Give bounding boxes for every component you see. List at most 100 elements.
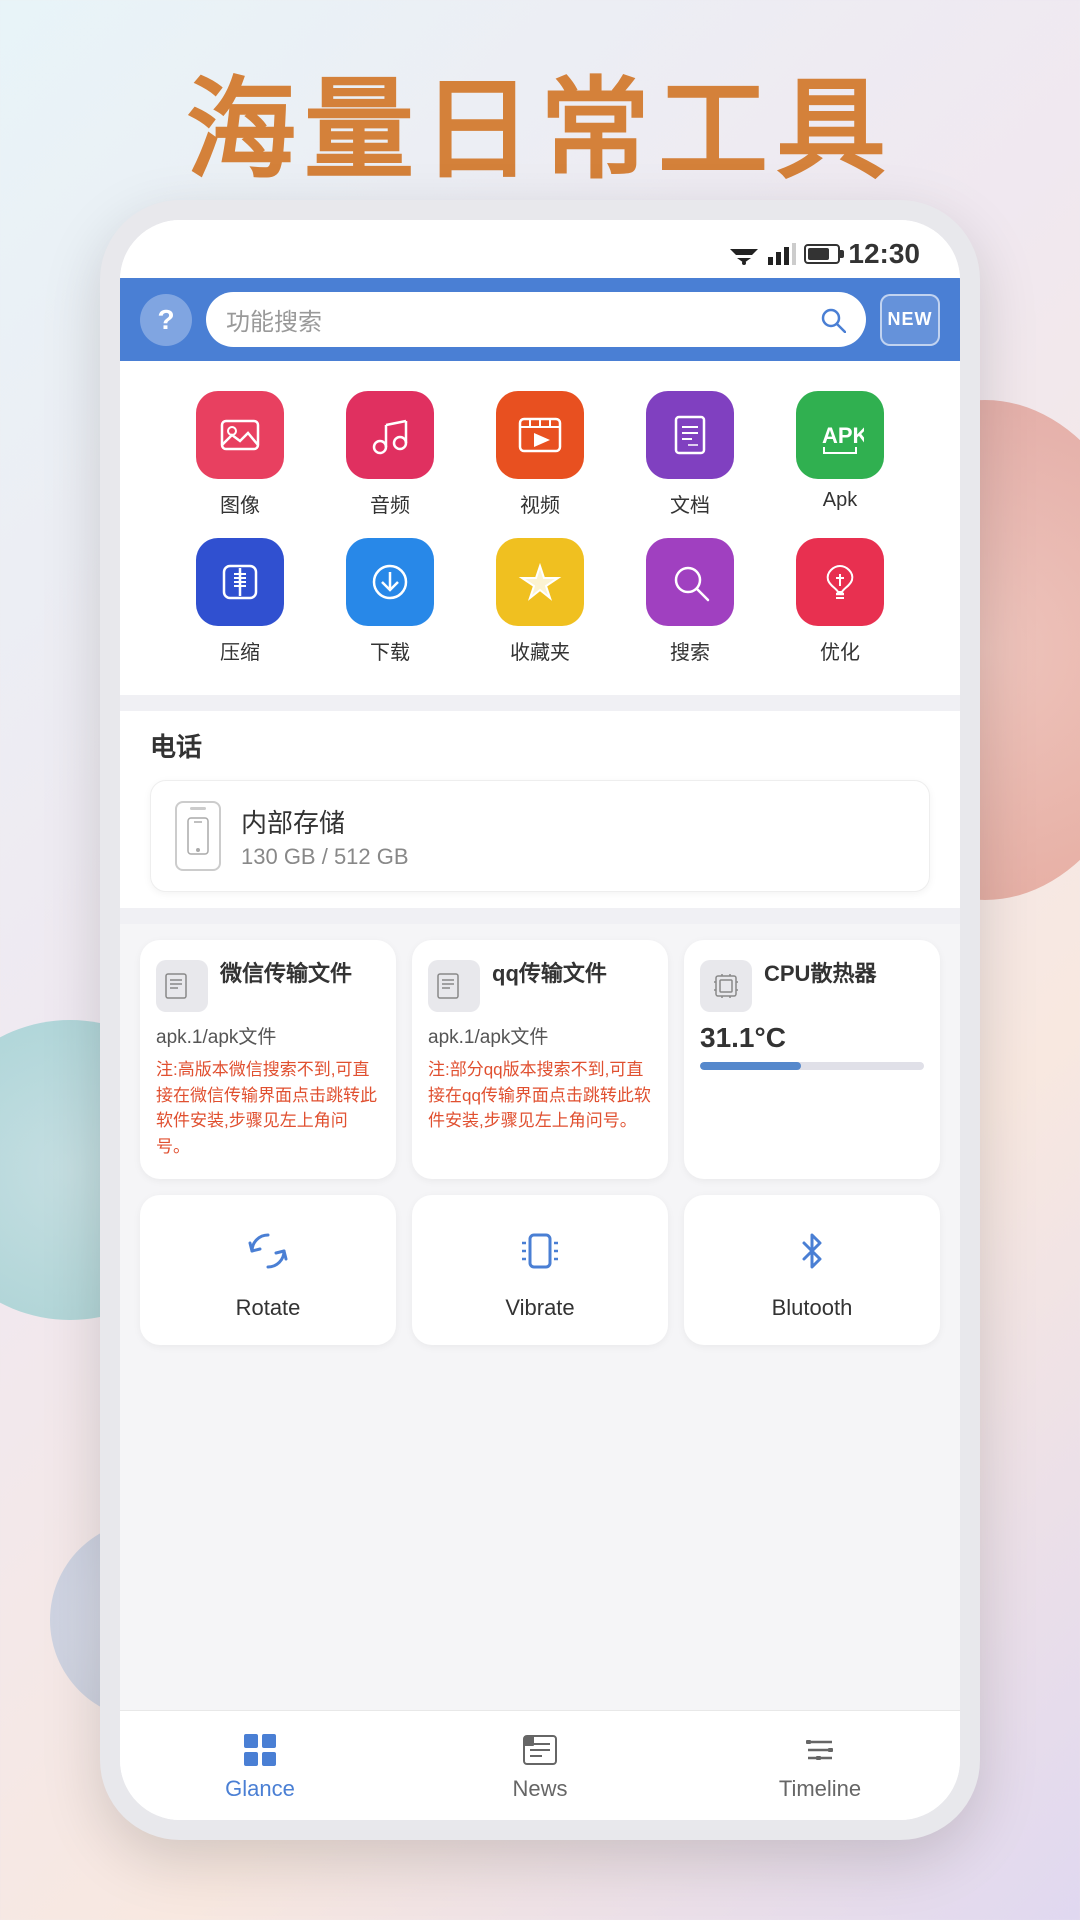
status-bar: 12:30 [120,220,960,278]
app-icon-image [196,391,284,479]
svg-text:APK: APK [822,423,864,448]
tool-card-qq[interactable]: qq传输文件 apk.1/apk文件 注:部分qq版本搜索不到,可直接在qq传输… [412,940,668,1179]
phone-section-title: 电话 [150,727,930,764]
storage-info: 内部存储 130 GB / 512 GB [241,803,409,870]
vibrate-label: Vibrate [505,1295,574,1321]
cpu-temp: 31.1°C [700,1022,924,1054]
wechat-title: 微信传输文件 [220,960,352,989]
cpu-bar [700,1062,924,1070]
app-header: ? 功能搜索 NEW [120,278,960,361]
nav-timeline[interactable]: Timeline [680,1711,960,1820]
timeline-icon [800,1730,840,1770]
tool-card-qq-header: qq传输文件 [428,960,652,1012]
phone-small-icon [175,801,221,871]
app-icon-fav [496,538,584,626]
app-item-image[interactable]: 图像 [170,391,310,518]
app-label-image: 图像 [220,489,260,518]
app-label-apk: Apk [823,489,857,512]
app-item-search[interactable]: 搜索 [620,538,760,665]
app-label-fav: 收藏夹 [510,636,570,665]
wechat-icon [156,960,208,1012]
scroll-content: 图像 音频 [120,361,960,1710]
qq-subtitle: apk.1/apk文件 [428,1022,652,1049]
quick-action-rotate[interactable]: Rotate [140,1195,396,1345]
divider-1 [120,695,960,711]
nav-news[interactable]: News [400,1711,680,1820]
rotate-icon [236,1219,300,1283]
tool-card-cpu[interactable]: CPU散热器 31.1°C [684,940,940,1179]
app-item-download[interactable]: 下载 [320,538,460,665]
nav-glance-label: Glance [225,1776,295,1802]
divider-2 [120,908,960,924]
app-item-video[interactable]: 视频 [470,391,610,518]
storage-size: 130 GB / 512 GB [241,844,409,870]
wifi-icon [728,243,760,265]
app-label-video: 视频 [520,489,560,518]
app-item-apk[interactable]: APK Apk [770,391,910,518]
search-placeholder: 功能搜索 [226,302,810,337]
app-label-compress: 压缩 [220,636,260,665]
qq-note: 注:部分qq版本搜索不到,可直接在qq传输界面点击跳转此软件安装,步骤见左上角问… [428,1057,652,1134]
app-label-optimize: 优化 [820,636,860,665]
quick-action-bluetooth[interactable]: Blutooth [684,1195,940,1345]
nav-glance[interactable]: Glance [120,1711,400,1820]
app-item-fav[interactable]: 收藏夹 [470,538,610,665]
main-title: 海量日常工具 [0,40,1080,200]
bluetooth-label: Blutooth [772,1295,853,1321]
app-label-audio: 音频 [370,489,410,518]
app-item-doc[interactable]: 文档 [620,391,760,518]
status-icons: 12:30 [728,238,920,270]
app-grid: 图像 音频 [150,381,930,685]
nav-timeline-label: Timeline [779,1776,861,1802]
cpu-bar-fill [700,1062,801,1070]
storage-name: 内部存储 [241,803,409,840]
app-grid-section: 图像 音频 [120,361,960,695]
search-bar[interactable]: 功能搜索 [206,292,866,347]
qq-title: qq传输文件 [492,960,607,989]
app-icon-audio [346,391,434,479]
cpu-icon [700,960,752,1012]
app-item-audio[interactable]: 音频 [320,391,460,518]
app-label-search: 搜索 [670,636,710,665]
tool-card-wechat[interactable]: 微信传输文件 apk.1/apk文件 注:高版本微信搜索不到,可直接在微信传输界… [140,940,396,1179]
tool-card-cpu-header: CPU散热器 [700,960,924,1012]
vibrate-icon [508,1219,572,1283]
help-button[interactable]: ? [140,294,192,346]
cpu-title: CPU散热器 [764,960,876,989]
battery-icon [804,244,840,264]
nav-news-label: News [512,1776,567,1802]
app-icon-doc [646,391,734,479]
quick-action-vibrate[interactable]: Vibrate [412,1195,668,1345]
search-icon [820,307,846,333]
storage-card[interactable]: 内部存储 130 GB / 512 GB [150,780,930,892]
wechat-subtitle: apk.1/apk文件 [156,1022,380,1049]
bluetooth-icon [780,1219,844,1283]
new-badge-text: NEW [888,309,933,330]
wechat-note: 注:高版本微信搜索不到,可直接在微信传输界面点击跳转此软件安装,步骤见左上角问号… [156,1057,380,1159]
battery-fill [808,248,829,260]
news-icon [520,1730,560,1770]
app-item-compress[interactable]: 压缩 [170,538,310,665]
app-icon-download [346,538,434,626]
glance-icon [240,1730,280,1770]
phone-mockup: 12:30 ? 功能搜索 NEW [100,200,980,1840]
phone-screen: 12:30 ? 功能搜索 NEW [120,220,960,1820]
app-icon-optimize [796,538,884,626]
quick-actions-row: Rotate Vibrate [120,1195,960,1361]
new-badge[interactable]: NEW [880,294,940,346]
bottom-nav: Glance News [120,1710,960,1820]
tool-card-wechat-header: 微信传输文件 [156,960,380,1012]
time-display: 12:30 [848,238,920,270]
signal-icon [768,243,796,265]
app-label-doc: 文档 [670,489,710,518]
app-icon-video [496,391,584,479]
app-icon-apk: APK [796,391,884,479]
app-icon-compress [196,538,284,626]
tool-cards-row: 微信传输文件 apk.1/apk文件 注:高版本微信搜索不到,可直接在微信传输界… [120,924,960,1195]
qq-icon [428,960,480,1012]
phone-section: 电话 内部存储 130 GB / 512 GB [120,711,960,908]
app-icon-search [646,538,734,626]
app-item-optimize[interactable]: 优化 [770,538,910,665]
rotate-label: Rotate [236,1295,301,1321]
app-label-download: 下载 [370,636,410,665]
